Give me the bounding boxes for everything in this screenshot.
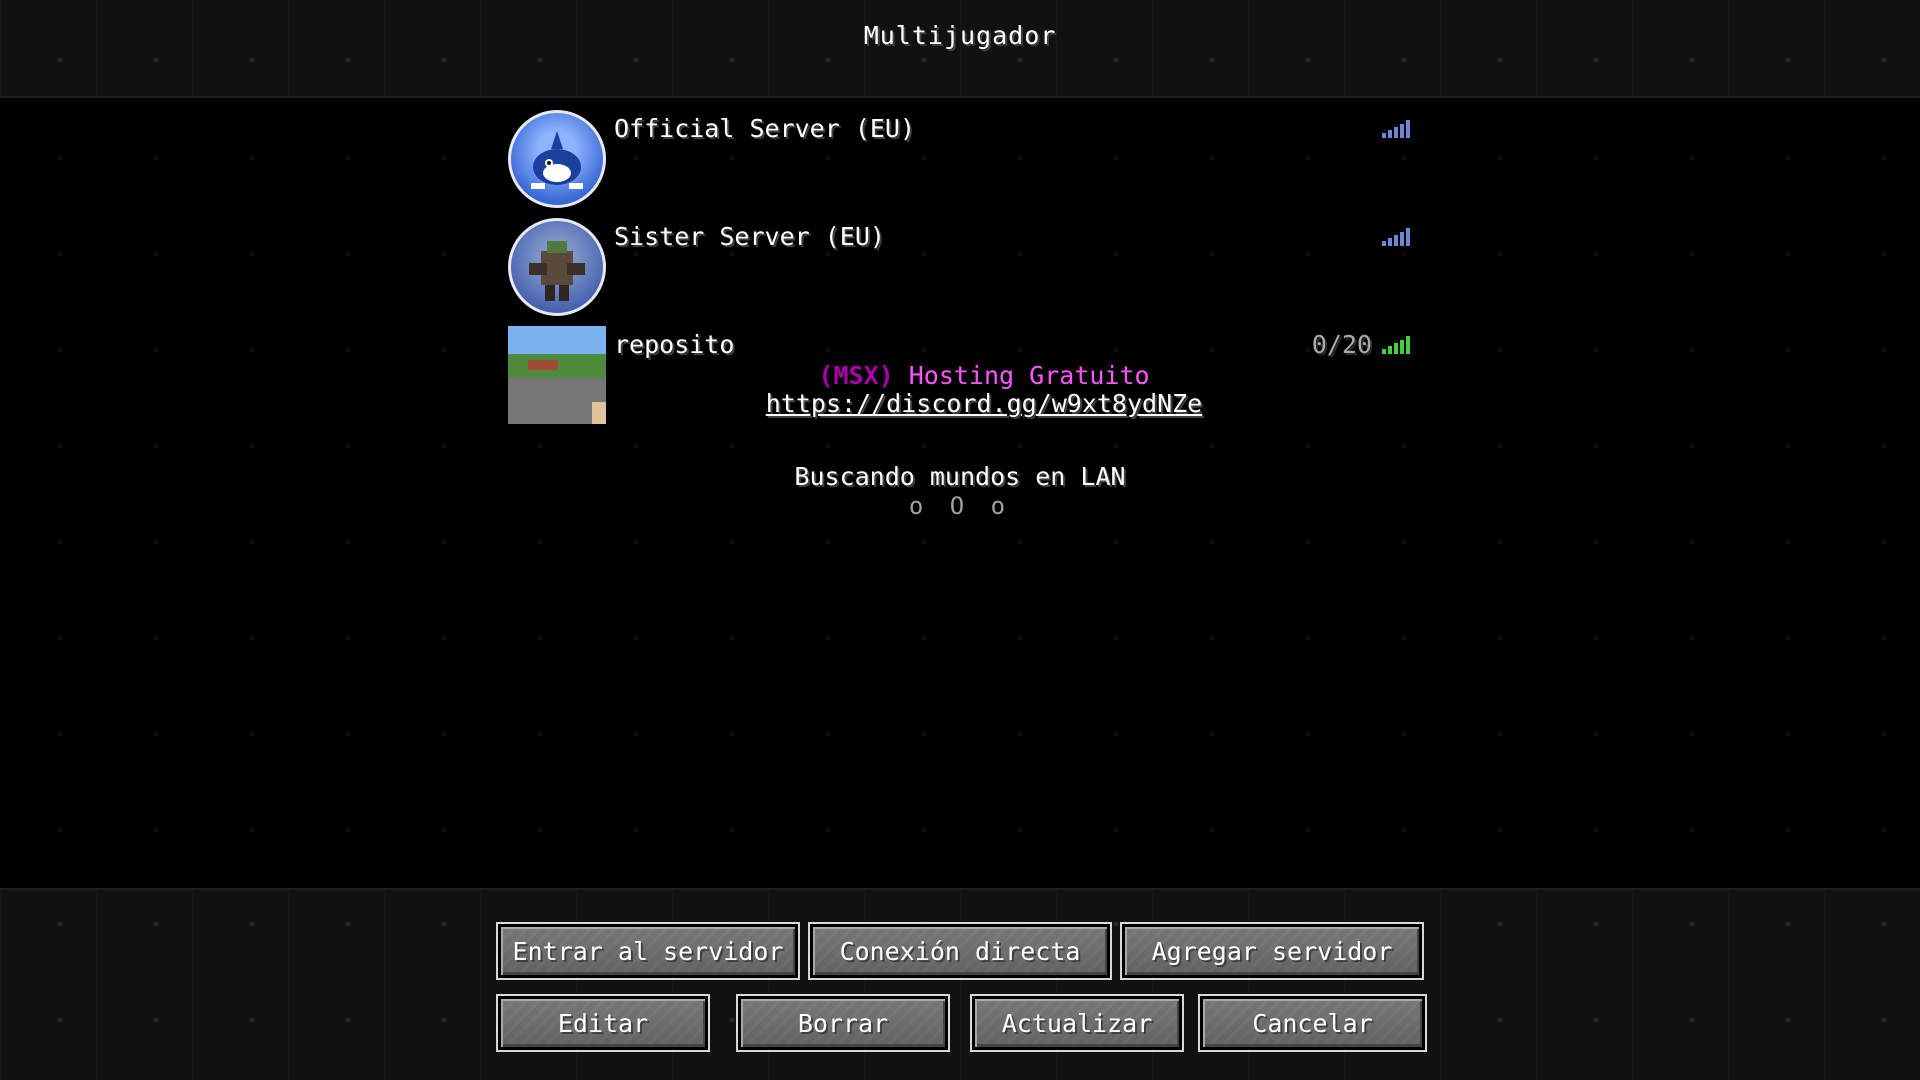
server-entry-sister[interactable]: Sister Server (EU) (508, 218, 1412, 318)
loading-dots: o O o (908, 492, 1012, 520)
signal-strength-icon (1382, 228, 1410, 246)
refresh-button[interactable]: Actualizar (972, 996, 1182, 1050)
motd-discord-link[interactable]: https://discord.gg/w9xt8ydNZe (614, 390, 1354, 418)
add-server-button[interactable]: Agregar servidor (1122, 924, 1422, 978)
server-name: reposito (614, 330, 735, 359)
player-count: 0/20 (1311, 330, 1372, 359)
join-server-button[interactable]: Entrar al servidor (498, 924, 798, 978)
cancel-button[interactable]: Cancelar (1200, 996, 1425, 1050)
motd-line-1: (MSX) Hosting Gratuito (614, 362, 1354, 390)
motd-host: Hosting Gratuito (908, 361, 1150, 390)
server-name: Sister Server (EU) (614, 222, 885, 251)
server-name: Official Server (EU) (614, 114, 916, 143)
server-icon-slot (508, 110, 606, 208)
server-entry-reposito[interactable]: reposito 0/20 (MSX) Hosting Gratuito htt… (508, 326, 1412, 426)
server-motd: (MSX) Hosting Gratuito https://discord.g… (614, 362, 1354, 418)
motd-tag: (MSX) (818, 361, 894, 390)
direct-connect-button[interactable]: Conexión directa (810, 924, 1110, 978)
edit-button[interactable]: Editar (498, 996, 708, 1050)
server-entry-official[interactable]: Official Server (EU) (508, 110, 1412, 210)
delete-button[interactable]: Borrar (738, 996, 948, 1050)
mech-avatar-icon (508, 218, 606, 316)
header-bar: Multijugador (0, 0, 1920, 96)
screen-title: Multijugador (863, 20, 1057, 50)
lan-scan-status: Buscando mundos en LAN (794, 462, 1126, 491)
signal-strength-icon (1382, 336, 1410, 354)
orca-avatar-icon (508, 110, 606, 208)
server-icon-slot (508, 326, 606, 424)
server-list[interactable]: Official Server (EU) Sister Server (EU) … (0, 96, 1920, 890)
landscape-thumbnail-icon (508, 326, 606, 424)
server-icon-slot (508, 218, 606, 316)
multiplayer-screen: Multijugador Official Server (EU) Sister… (0, 0, 1920, 1080)
signal-strength-icon (1382, 120, 1410, 138)
